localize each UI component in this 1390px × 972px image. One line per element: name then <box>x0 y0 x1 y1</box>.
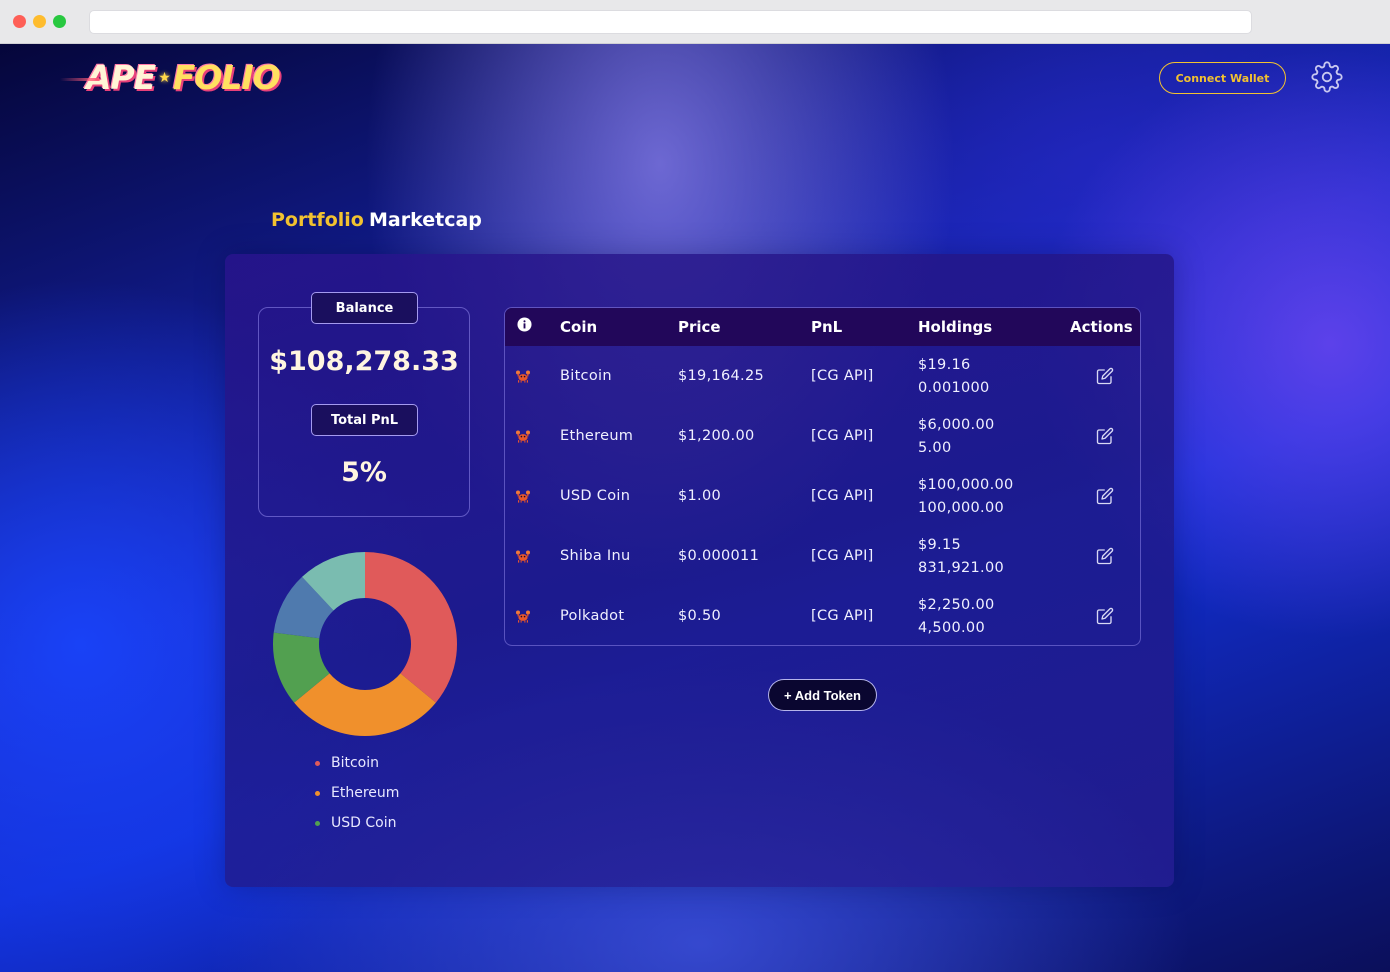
legend-item[interactable]: Ethereum <box>315 778 399 808</box>
edit-icon[interactable] <box>1096 607 1114 625</box>
holdings-value: $2,250.00 <box>918 597 995 613</box>
column-header-coin[interactable]: Coin <box>560 308 597 346</box>
donut-slice-bitcoin[interactable] <box>365 552 457 703</box>
coin-price: $19,164.25 <box>678 368 765 384</box>
coin-holdings: $2,250.00 4,500.00 <box>918 594 995 640</box>
app-logo[interactable]: APE ★ FOLIO <box>60 58 281 98</box>
balance-value: $108,278.33 <box>269 346 459 377</box>
legend-label: USD Coin <box>331 815 397 831</box>
coin-price: $0.50 <box>678 608 722 624</box>
holdings-value: $100,000.00 <box>918 477 1014 493</box>
column-header-holdings[interactable]: Holdings <box>918 308 992 346</box>
coin-pnl: [CG API] <box>811 428 874 444</box>
legend-dot <box>315 790 320 796</box>
legend-label: Ethereum <box>331 785 400 801</box>
legend-dot <box>315 820 320 826</box>
holdings-table: Coin Price PnL Holdings Actions Bitcoin $… <box>504 307 1141 646</box>
minimize-window-button[interactable] <box>33 15 46 28</box>
maximize-window-button[interactable] <box>53 15 66 28</box>
tab-marketcap[interactable]: Marketcap <box>369 209 482 231</box>
coin-name: Bitcoin <box>560 368 612 384</box>
coin-pnl: [CG API] <box>811 488 874 504</box>
logo-streak <box>60 78 100 81</box>
edit-icon[interactable] <box>1096 427 1114 445</box>
logo-text-folio: FOLIO <box>172 58 281 97</box>
logo-star-icon: ★ <box>158 70 171 86</box>
crab-icon <box>516 610 530 623</box>
crab-icon <box>516 370 530 383</box>
holdings-amount: 831,921.00 <box>918 560 1005 576</box>
column-header-price[interactable]: Price <box>678 308 721 346</box>
add-token-button[interactable]: + Add Token <box>768 679 877 711</box>
coin-price: $1.00 <box>678 488 722 504</box>
browser-chrome <box>0 0 1390 44</box>
coin-name: Shiba Inu <box>560 548 631 564</box>
connect-wallet-button[interactable]: Connect Wallet <box>1159 62 1286 94</box>
coin-name: USD Coin <box>560 488 631 504</box>
info-icon[interactable] <box>517 317 532 332</box>
address-bar[interactable] <box>89 10 1252 34</box>
column-header-actions: Actions <box>1070 318 1133 336</box>
crab-icon <box>516 550 530 563</box>
coin-pnl: [CG API] <box>811 368 874 384</box>
holdings-amount: 5.00 <box>918 440 952 456</box>
coin-holdings: $9.15 831,921.00 <box>918 534 1004 580</box>
chart-legend: Bitcoin Ethereum USD Coin <box>315 748 399 838</box>
holdings-amount: 0.001000 <box>918 380 990 396</box>
holdings-amount: 4,500.00 <box>918 620 985 636</box>
gear-icon[interactable] <box>1311 61 1343 93</box>
holdings-value: $6,000.00 <box>918 417 995 433</box>
table-row: Bitcoin $19,164.25 [CG API] $19.16 0.001000 <box>505 346 1140 406</box>
column-header-pnl[interactable]: PnL <box>811 308 842 346</box>
allocation-donut-chart <box>273 552 457 736</box>
holdings-value: $9.15 <box>918 537 962 553</box>
crab-icon <box>516 430 530 443</box>
coin-pnl: [CG API] <box>811 608 874 624</box>
total-pnl-value: 5% <box>341 457 387 488</box>
holdings-amount: 100,000.00 <box>918 500 1005 516</box>
coin-holdings: $100,000.00 100,000.00 <box>918 474 1014 520</box>
table-row: Shiba Inu $0.000011 [CG API] $9.15 831,921.0… <box>505 526 1140 586</box>
page: APE ★ FOLIO Connect Wallet Portfolio Mar… <box>0 44 1390 972</box>
portfolio-panel: Balance $108,278.33 Total PnL 5% Bitcoin… <box>225 254 1174 887</box>
legend-item[interactable]: Bitcoin <box>315 748 399 778</box>
edit-icon[interactable] <box>1096 367 1114 385</box>
total-pnl-label: Total PnL <box>311 404 418 436</box>
legend-item[interactable]: USD Coin <box>315 808 399 838</box>
table-row: Polkadot $0.50 [CG API] $2,250.00 4,500.00 <box>505 586 1140 645</box>
coin-name: Ethereum <box>560 428 634 444</box>
legend-dot <box>315 760 320 766</box>
coin-holdings: $19.16 0.001000 <box>918 354 990 400</box>
holdings-value: $19.16 <box>918 357 971 373</box>
tab-portfolio[interactable]: Portfolio <box>271 209 364 231</box>
table-row: USD Coin $1.00 [CG API] $100,000.00 100,000.… <box>505 466 1140 526</box>
coin-price: $1,200.00 <box>678 428 755 444</box>
edit-icon[interactable] <box>1096 547 1114 565</box>
table-header: Coin Price PnL Holdings Actions <box>505 308 1140 346</box>
close-window-button[interactable] <box>13 15 26 28</box>
coin-name: Polkadot <box>560 608 625 624</box>
edit-icon[interactable] <box>1096 487 1114 505</box>
table-row: Ethereum $1,200.00 [CG API] $6,000.00 5.00 <box>505 406 1140 466</box>
crab-icon <box>516 490 530 503</box>
balance-label: Balance <box>311 292 418 324</box>
coin-price: $0.000011 <box>678 548 760 564</box>
legend-label: Bitcoin <box>331 755 380 771</box>
coin-holdings: $6,000.00 5.00 <box>918 414 995 460</box>
coin-pnl: [CG API] <box>811 548 874 564</box>
